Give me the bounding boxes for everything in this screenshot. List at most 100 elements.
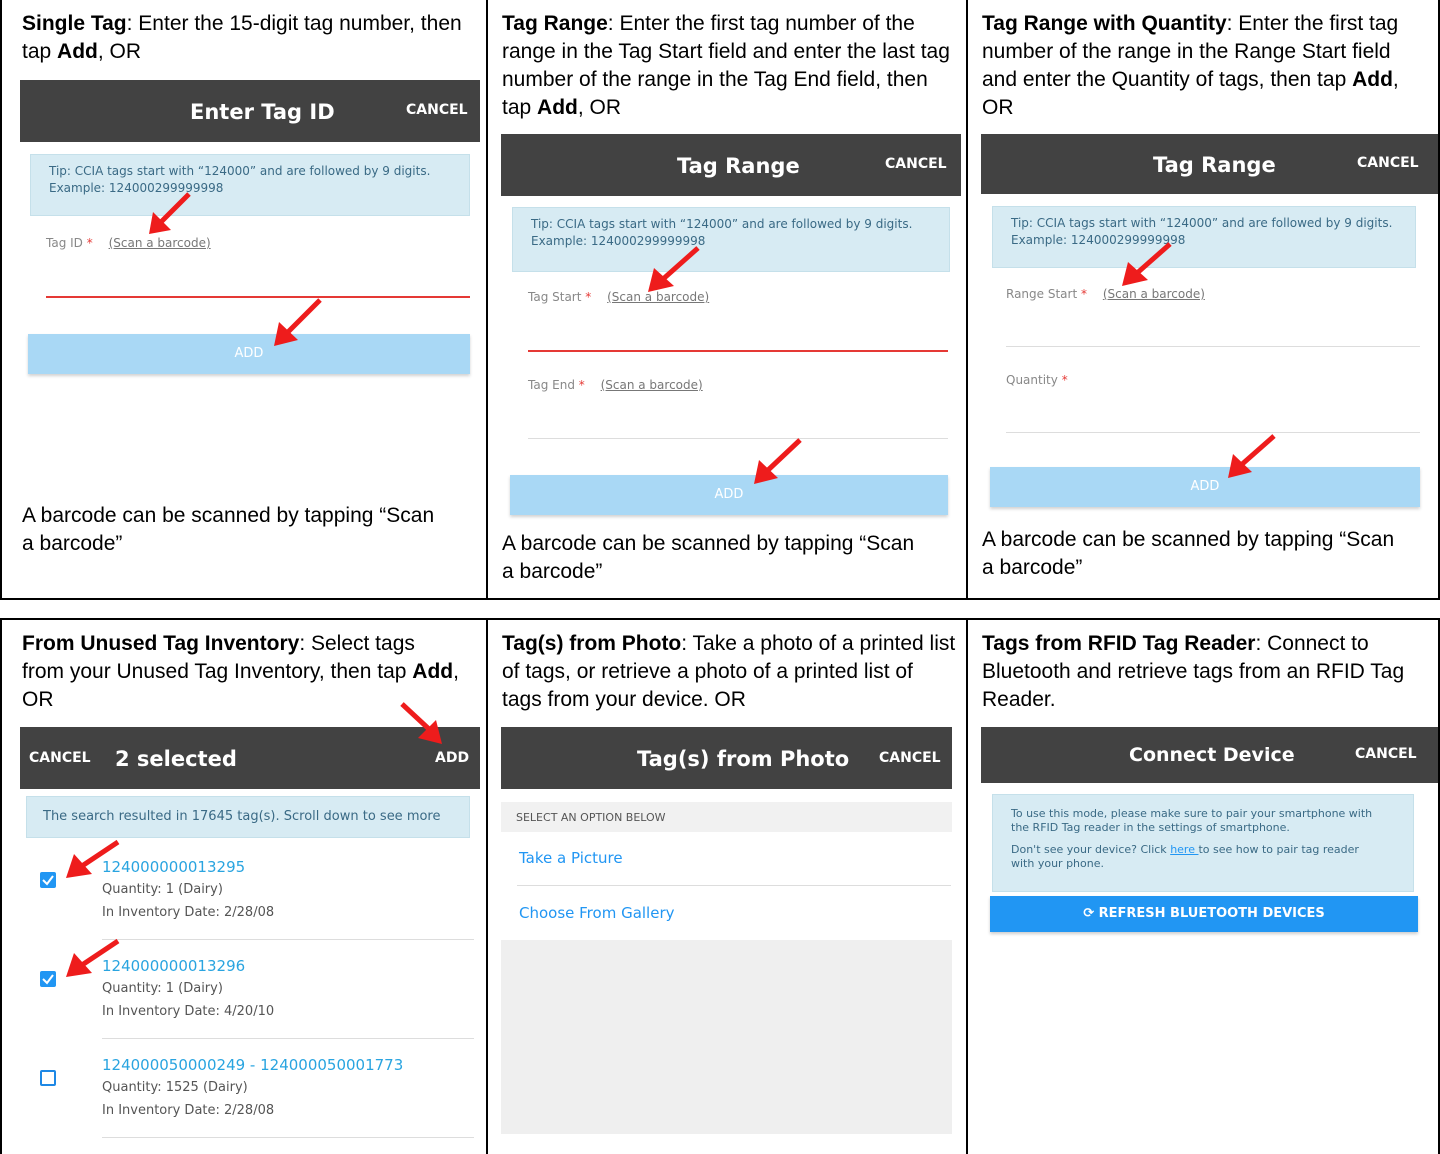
inventory-cancel-button[interactable]: CANCEL [29, 750, 91, 766]
photo-cancel-button[interactable]: CANCEL [879, 750, 941, 766]
photo-section-label: SELECT AN OPTION BELOW [516, 811, 666, 824]
tag-range-qty-screen-title: Tag Range [1153, 153, 1276, 177]
tag-range-tip: Tip: CCIA tags start with “124000” and a… [512, 207, 950, 272]
inventory-checkbox[interactable] [40, 1070, 56, 1086]
quantity-input[interactable] [1006, 432, 1420, 433]
inventory-search-result-tip: The search resulted in 17645 tag(s). Scr… [26, 796, 470, 838]
tip-text: Don't see your device? Click [1011, 843, 1171, 856]
arrow-icon [754, 438, 802, 484]
single-tag-add-button[interactable]: ADD [28, 334, 470, 374]
arrow-icon [274, 298, 322, 346]
inventory-tag-quantity: Quantity: 1525 (Dairy) [102, 1080, 248, 1095]
field-label-text: Quantity [1006, 373, 1058, 387]
table2-border-mid2 [966, 618, 968, 1154]
arrow-icon [66, 938, 120, 977]
table-border-mid2 [966, 0, 968, 600]
tip-line: Don't see your device? Click here to see… [1011, 843, 1395, 857]
list-divider [102, 939, 474, 940]
tag-range-app-bar: Tag Range CANCEL [501, 134, 961, 196]
inventory-selected-count: 2 selected [115, 747, 237, 771]
tip-line: Tip: CCIA tags start with “124000” and a… [1011, 216, 1393, 230]
arrow-icon [648, 246, 700, 292]
arrow-icon [149, 192, 191, 234]
arrow-icon [1122, 242, 1172, 286]
tag-range-add-word: Add [537, 96, 578, 119]
inventory-add-button[interactable]: ADD [435, 750, 469, 766]
inventory-tag-quantity: Quantity: 1 (Dairy) [102, 981, 223, 996]
single-tag-add-word: Add [57, 40, 98, 63]
inventory-checkbox[interactable] [40, 971, 56, 987]
single-tag-screen-title: Enter Tag ID [190, 100, 335, 124]
required-marker: * [86, 236, 93, 250]
photo-empty-area [501, 940, 952, 1134]
tag-range-qty-cancel-button[interactable]: CANCEL [1357, 155, 1419, 171]
scan-barcode-link[interactable]: (Scan a barcode) [601, 378, 703, 392]
photo-app-bar: Tag(s) from Photo CANCEL [501, 727, 952, 789]
pairing-help-link[interactable]: here [1170, 843, 1198, 856]
tag-range-qty-add-button[interactable]: ADD [990, 467, 1420, 507]
tag-start-input[interactable] [528, 350, 948, 352]
field-label-text: Tag ID [46, 236, 83, 250]
tag-range-cancel-button[interactable]: CANCEL [885, 156, 947, 172]
photo-section-header: SELECT AN OPTION BELOW [501, 802, 952, 832]
check-icon [42, 875, 54, 886]
table-border-bottom [0, 598, 1440, 600]
take-picture-option[interactable]: Take a Picture [519, 849, 623, 867]
required-marker: * [585, 290, 592, 304]
inventory-heading: From Unused Tag Inventory [22, 632, 300, 655]
table2-border-left [0, 618, 2, 1154]
single-tag-cancel-button[interactable]: CANCEL [406, 102, 468, 118]
inventory-description: From Unused Tag Inventory: Select tags f… [22, 630, 462, 714]
field-label-text: Tag Start [528, 290, 582, 304]
field-label-text: Range Start [1006, 287, 1078, 301]
table2-border-top [0, 618, 1440, 620]
single-tag-heading: Single Tag [22, 12, 127, 35]
tip-line: Tip: CCIA tags start with “124000” and a… [531, 217, 913, 231]
field-label-text: Tag End [528, 378, 575, 392]
tag-range-caption: A barcode can be scanned by tapping “Sca… [502, 532, 915, 583]
table2-border-mid1 [486, 618, 488, 1154]
single-tag-or: , OR [97, 40, 142, 63]
tag-range-qty-tip: Tip: CCIA tags start with “124000” and a… [992, 206, 1416, 268]
check-icon [42, 974, 54, 985]
list-divider [102, 1038, 474, 1039]
list-divider [517, 885, 951, 886]
tip-line: Tip: CCIA tags start with “124000” and a… [49, 164, 431, 178]
rfid-cancel-button[interactable]: CANCEL [1355, 746, 1417, 762]
rfid-screen-title: Connect Device [1129, 744, 1295, 766]
rfid-tip: To use this mode, please make sure to pa… [992, 794, 1414, 892]
tag-range-heading: Tag Range [502, 12, 608, 35]
tag-range-add-button[interactable]: ADD [510, 475, 948, 515]
inventory-tag-date: In Inventory Date: 2/28/08 [102, 1103, 275, 1118]
photo-description: Tag(s) from Photo: Take a photo of a pri… [502, 630, 957, 714]
rfid-app-bar: Connect Device CANCEL [981, 727, 1438, 783]
photo-heading: Tag(s) from Photo [502, 632, 682, 655]
table-border-left [0, 0, 2, 600]
single-tag-description: Single Tag: Enter the 15-digit tag numbe… [22, 10, 462, 66]
refresh-bluetooth-button[interactable]: ⟳ REFRESH BLUETOOTH DEVICES [990, 896, 1418, 932]
tip-line: Example: 124000299999998 [1011, 233, 1186, 247]
tag-range-qty-heading: Tag Range with Quantity [982, 12, 1227, 35]
tag-range-qty-description: Tag Range with Quantity: Enter the first… [982, 10, 1430, 122]
inventory-tag-date: In Inventory Date: 2/28/08 [102, 905, 275, 920]
single-tag-app-bar: Enter Tag ID CANCEL [20, 80, 480, 142]
choose-from-gallery-option[interactable]: Choose From Gallery [519, 904, 675, 922]
required-marker: * [1081, 287, 1087, 301]
inventory-checkbox[interactable] [40, 872, 56, 888]
required-marker: * [578, 378, 585, 392]
tip-line: Example: 124000299999998 [49, 181, 224, 195]
list-divider [102, 1137, 474, 1138]
arrow-icon [1228, 434, 1276, 478]
tip-line: To use this mode, please make sure to pa… [1011, 807, 1373, 820]
range-start-input[interactable] [1006, 346, 1420, 347]
inventory-tag-number[interactable]: 124000050000249 - 124000050001773 [102, 1056, 403, 1074]
table-border-mid1 [486, 0, 488, 600]
rfid-heading: Tags from RFID Tag Reader [982, 632, 1256, 655]
arrow-icon [66, 839, 120, 878]
tag-range-or: , OR [577, 96, 622, 119]
photo-screen-title: Tag(s) from Photo [637, 747, 850, 771]
tag-end-input[interactable] [528, 438, 948, 439]
tip-line: with your phone. [1011, 857, 1104, 870]
tag-id-input[interactable] [46, 296, 470, 298]
tag-range-qty-app-bar: Tag Range CANCEL [981, 134, 1438, 194]
